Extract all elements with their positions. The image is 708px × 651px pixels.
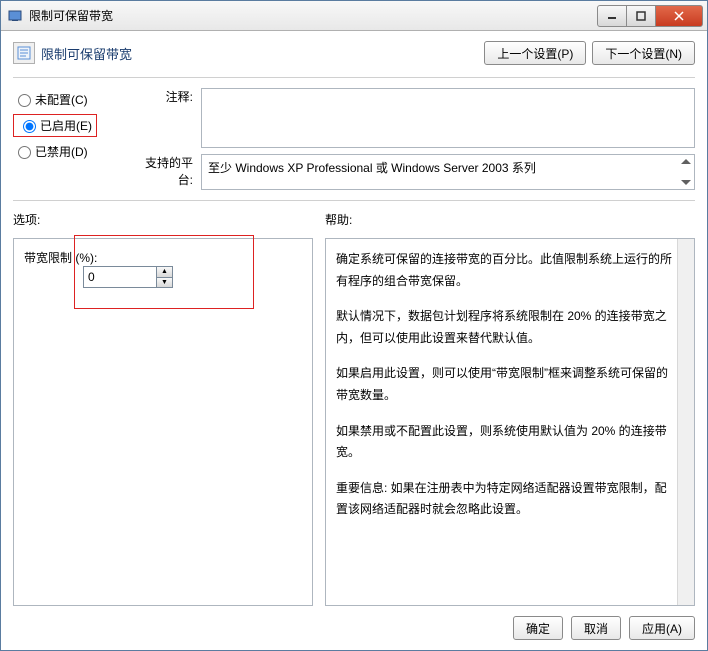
spin-up-button[interactable]: ▲: [156, 267, 172, 278]
radio-disabled-input[interactable]: [18, 146, 31, 159]
config-row: 未配置(C) 已启用(E) 已禁用(D) 注释: 支持的平台: 至少: [13, 88, 695, 190]
help-label: 帮助:: [325, 211, 695, 228]
divider-2: [13, 200, 695, 201]
bandwidth-highlight: ▲ ▼: [74, 235, 254, 309]
header-row: 限制可保留带宽 上一个设置(P) 下一个设置(N): [13, 41, 695, 65]
options-pane: 选项: 带宽限制 (%): ▲ ▼: [13, 211, 313, 606]
radio-enabled[interactable]: 已启用(E): [13, 114, 133, 136]
apply-button[interactable]: 应用(A): [629, 616, 695, 640]
radio-not-configured-input[interactable]: [18, 94, 31, 107]
content: 限制可保留带宽 上一个设置(P) 下一个设置(N) 未配置(C) 已启用(E) …: [1, 31, 707, 650]
divider: [13, 77, 695, 78]
scroll-up-icon[interactable]: [681, 159, 691, 164]
help-pane: 帮助: 确定系统可保留的连接带宽的百分比。此值限制系统上运行的所有程序的组合带宽…: [325, 211, 695, 606]
policy-icon: [13, 42, 35, 64]
radio-not-configured[interactable]: 未配置(C): [13, 88, 133, 110]
radio-disabled-label: 已禁用(D): [35, 143, 88, 160]
help-p1: 确定系统可保留的连接带宽的百分比。此值限制系统上运行的所有程序的组合带宽保留。: [336, 249, 674, 292]
page-title: 限制可保留带宽: [41, 44, 484, 63]
platform-value: 至少 Windows XP Professional 或 Windows Ser…: [208, 161, 536, 175]
app-icon: [7, 8, 23, 24]
platform-box: 至少 Windows XP Professional 或 Windows Ser…: [201, 154, 695, 190]
help-p3: 如果启用此设置，则可以使用“带宽限制”框来调整系统可保留的带宽数量。: [336, 363, 674, 406]
help-p2: 默认情况下，数据包计划程序将系统限制在 20% 的连接带宽之内，但可以使用此设置…: [336, 306, 674, 349]
options-box: 带宽限制 (%): ▲ ▼: [13, 238, 313, 606]
options-label: 选项:: [13, 211, 313, 228]
radio-enabled-input[interactable]: [23, 120, 36, 133]
prev-setting-button[interactable]: 上一个设置(P): [484, 41, 586, 65]
maximize-button[interactable]: [626, 5, 656, 27]
minimize-button[interactable]: [597, 5, 627, 27]
radio-enabled-label: 已启用(E): [40, 117, 92, 134]
comment-textarea[interactable]: [201, 88, 695, 148]
next-setting-button[interactable]: 下一个设置(N): [592, 41, 695, 65]
platform-label: 支持的平台:: [133, 154, 201, 188]
window-controls: [598, 5, 703, 27]
help-scrollbar[interactable]: [677, 239, 694, 605]
help-box: 确定系统可保留的连接带宽的百分比。此值限制系统上运行的所有程序的组合带宽保留。 …: [325, 238, 695, 606]
radio-disabled[interactable]: 已禁用(D): [13, 140, 133, 162]
close-button[interactable]: [655, 5, 703, 27]
scroll-down-icon[interactable]: [681, 180, 691, 185]
spin-down-button[interactable]: ▼: [156, 278, 172, 288]
ok-button[interactable]: 确定: [513, 616, 563, 640]
comment-label: 注释:: [133, 88, 201, 105]
state-radios: 未配置(C) 已启用(E) 已禁用(D): [13, 88, 133, 190]
window-title: 限制可保留带宽: [29, 7, 598, 24]
cancel-button[interactable]: 取消: [571, 616, 621, 640]
footer: 确定 取消 应用(A): [13, 606, 695, 640]
titlebar: 限制可保留带宽: [1, 1, 707, 31]
help-p5: 重要信息: 如果在注册表中为特定网络适配器设置带宽限制，配置该网络适配器时就会忽…: [336, 478, 674, 521]
body-row: 选项: 带宽限制 (%): ▲ ▼: [13, 211, 695, 606]
help-p4: 如果禁用或不配置此设置，则系统使用默认值为 20% 的连接带宽。: [336, 421, 674, 464]
radio-not-configured-label: 未配置(C): [35, 91, 88, 108]
